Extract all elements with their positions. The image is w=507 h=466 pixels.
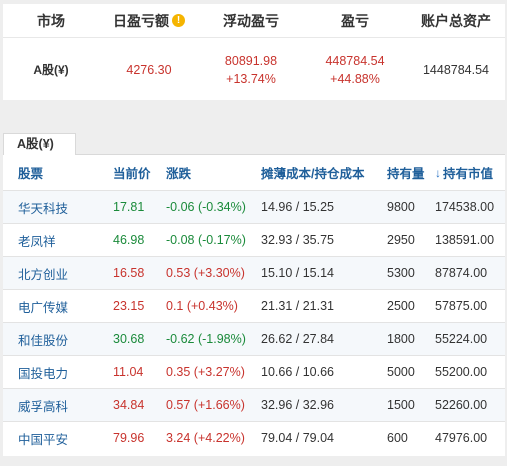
table-row[interactable]: 和佳股份 30.68 -0.62 (-1.98%) 26.62 / 27.84 1800… <box>3 322 505 355</box>
stock-name-link[interactable]: 中国平安 <box>18 422 68 454</box>
header-floating-pl: 浮动盈亏 <box>223 12 279 29</box>
cost-basis: 10.66 / 10.66 <box>261 365 334 379</box>
cost-basis: 79.04 / 79.04 <box>261 431 334 445</box>
down-arrow-icon: ↓ <box>435 165 441 180</box>
daily-pl-value: 4276.30 <box>126 62 172 77</box>
current-price: 16.58 <box>113 266 145 280</box>
shares-held: 1500 <box>387 398 415 412</box>
price-change: 0.57 (+1.66%) <box>166 398 245 412</box>
cost-basis: 32.93 / 35.75 <box>261 233 334 247</box>
header-daily-pl: 日盈亏额 <box>113 12 169 29</box>
shares-held: 1800 <box>387 332 415 346</box>
info-icon[interactable]: ! <box>172 14 185 27</box>
price-change: 0.1 (+0.43%) <box>166 299 238 313</box>
current-price: 34.84 <box>113 398 145 412</box>
current-price: 23.15 <box>113 299 145 313</box>
table-row[interactable]: 中国平安 79.96 3.24 (+4.22%) 79.04 / 79.04 600 47… <box>3 421 505 454</box>
col-change[interactable]: 涨跌 <box>166 155 191 190</box>
cost-basis: 32.96 / 32.96 <box>261 398 334 412</box>
stock-name-link[interactable]: 威孚高科 <box>18 389 68 421</box>
total-assets-value: 1448784.54 <box>422 62 490 77</box>
current-price: 79.96 <box>113 431 145 445</box>
floating-pl-pct: +13.74% <box>226 71 276 86</box>
header-pl: 盈亏 <box>341 12 369 29</box>
col-price[interactable]: 当前价 <box>113 155 151 190</box>
stock-name-link[interactable]: 和佳股份 <box>18 323 68 355</box>
cost-basis: 21.31 / 21.31 <box>261 299 334 313</box>
market-value: 55200.00 <box>435 365 488 379</box>
tab-a-shares[interactable]: A股(¥) <box>3 133 76 156</box>
holdings-tab-strip: A股(¥) <box>3 133 505 156</box>
table-row[interactable]: 威孚高科 34.84 0.57 (+1.66%) 32.96 / 32.96 1500 5… <box>3 388 505 421</box>
price-change: 3.24 (+4.22%) <box>166 431 245 445</box>
current-price: 17.81 <box>113 200 145 214</box>
price-change: 0.53 (+3.30%) <box>166 266 245 280</box>
current-price: 11.04 <box>113 365 144 379</box>
market-value: 87874.00 <box>435 266 488 280</box>
shares-held: 2500 <box>387 299 415 313</box>
shares-held: 5000 <box>387 365 415 379</box>
summary-values-row: A股(¥) 4276.30 80891.98 +13.74% 448784.54… <box>3 39 505 100</box>
pl-pct: +44.88% <box>330 71 380 86</box>
stock-name-link[interactable]: 国投电力 <box>18 356 68 388</box>
price-change: -0.08 (-0.17%) <box>166 233 246 247</box>
table-row[interactable]: 华天科技 17.81 -0.06 (-0.34%) 14.96 / 15.25 9800… <box>3 190 505 223</box>
shares-held: 5300 <box>387 266 415 280</box>
price-change: -0.62 (-1.98%) <box>166 332 246 346</box>
table-row[interactable]: 北方创业 16.58 0.53 (+3.30%) 15.10 / 15.14 5300 8… <box>3 256 505 289</box>
market-value: 47976.00 <box>435 431 488 445</box>
shares-held: 2950 <box>387 233 415 247</box>
stock-name-link[interactable]: 北方创业 <box>18 257 68 289</box>
market-value: 57875.00 <box>435 299 488 313</box>
market-value: 55224.00 <box>435 332 488 346</box>
summary-header-row: 市场 日盈亏额 ! 浮动盈亏 盈亏 账户总资产 <box>3 4 505 38</box>
shares-held: 600 <box>387 431 408 445</box>
floating-pl-value: 80891.98 <box>224 53 278 68</box>
col-market-value: 持有市值 <box>443 167 494 181</box>
market-value: 174538.00 <box>435 200 495 214</box>
market-value: 52260.00 <box>435 398 488 412</box>
table-row[interactable]: 国投电力 11.04 0.35 (+3.27%) 10.66 / 10.66 5000 5… <box>3 355 505 388</box>
stock-name-link[interactable]: 老凤祥 <box>18 224 56 256</box>
pl-value: 448784.54 <box>325 53 385 68</box>
header-market: 市场 <box>37 12 65 29</box>
holdings-table: 股票 当前价 涨跌 摊薄成本/持仓成本 持有量 ↓ 持有市值 华天科技 17.81… <box>3 155 505 456</box>
col-shares[interactable]: 持有量 <box>387 155 425 190</box>
cost-basis: 14.96 / 15.25 <box>261 200 334 214</box>
stock-name-link[interactable]: 电广传媒 <box>18 290 68 322</box>
cost-basis: 15.10 / 15.14 <box>261 266 334 280</box>
table-row[interactable]: 电广传媒 23.15 0.1 (+0.43%) 21.31 / 21.31 2500 57… <box>3 289 505 322</box>
account-summary-panel: 市场 日盈亏额 ! 浮动盈亏 盈亏 账户总资产 A股(¥) 4276.30 80… <box>3 4 505 100</box>
table-row[interactable]: 老凤祥 46.98 -0.08 (-0.17%) 32.93 / 35.75 2950 1… <box>3 223 505 256</box>
col-cost[interactable]: 摊薄成本/持仓成本 <box>261 155 364 190</box>
stock-name-link[interactable]: 华天科技 <box>18 191 68 223</box>
price-change: -0.06 (-0.34%) <box>166 200 246 214</box>
market-label: A股(¥) <box>33 63 69 77</box>
current-price: 46.98 <box>113 233 145 247</box>
col-market-value-wrap[interactable]: ↓ 持有市值 <box>435 155 493 190</box>
holdings-header-row: 股票 当前价 涨跌 摊薄成本/持仓成本 持有量 ↓ 持有市值 <box>3 155 505 190</box>
market-value: 138591.00 <box>435 233 495 247</box>
cost-basis: 26.62 / 27.84 <box>261 332 334 346</box>
current-price: 30.68 <box>113 332 145 346</box>
header-daily-pl-wrap: 日盈亏额 ! <box>99 4 199 37</box>
header-total-assets: 账户总资产 <box>421 12 491 29</box>
col-stock[interactable]: 股票 <box>18 155 43 190</box>
price-change: 0.35 (+3.27%) <box>166 365 245 379</box>
shares-held: 9800 <box>387 200 415 214</box>
